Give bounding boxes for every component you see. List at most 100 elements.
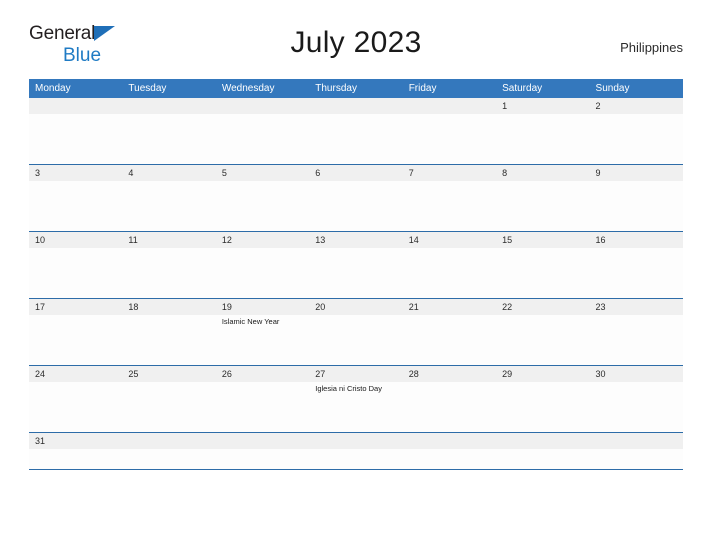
calendar-day-cell-8[interactable]: 8: [496, 165, 590, 231]
calendar-day-cell-21[interactable]: 21: [402, 299, 497, 365]
calendar-day-cell-6[interactable]: 6: [309, 165, 403, 231]
calendar-day-cell-16[interactable]: 16: [589, 232, 683, 298]
calendar-day-cell-empty: [29, 98, 123, 164]
day-number: [309, 433, 403, 449]
page-header: General Blue July 2023 Philippines: [29, 0, 683, 66]
calendar-day-cell-27[interactable]: 27 Iglesia ni Cristo Day: [309, 366, 403, 432]
day-number: 9: [589, 165, 683, 181]
calendar-week-row: 24 25 26 27 Iglesia ni Cristo Day 28 29 30: [29, 366, 683, 433]
day-number: 3: [29, 165, 123, 181]
day-number: [309, 98, 403, 114]
calendar-day-cell-13[interactable]: 13: [309, 232, 403, 298]
calendar-day-cell-15[interactable]: 15: [496, 232, 590, 298]
calendar-day-cell-24[interactable]: 24: [29, 366, 123, 432]
calendar-day-cell-empty: [215, 433, 310, 469]
calendar-day-cell-14[interactable]: 14: [402, 232, 497, 298]
region-label: Philippines: [620, 40, 683, 55]
calendar-day-cell-empty: [309, 98, 403, 164]
calendar-body: 1 2 3 4 5 6 7 8 9 10 11 12 13 14 15 16 17 18 19 Islamic New…: [29, 98, 683, 470]
day-number: 21: [402, 299, 497, 315]
day-number: [402, 98, 497, 114]
weekday-header-friday: Friday: [408, 83, 437, 94]
calendar-grid: Monday Tuesday Wednesday Thursday Friday Satu…: [29, 79, 683, 470]
calendar-day-cell-7[interactable]: 7: [402, 165, 497, 231]
day-number: 24: [29, 366, 123, 382]
day-number: 19: [215, 299, 310, 315]
day-number: 26: [215, 366, 310, 382]
calendar-day-cell-30[interactable]: 30: [589, 366, 683, 432]
calendar-day-cell-20[interactable]: 20: [309, 299, 403, 365]
day-number: [122, 433, 216, 449]
day-number: 1: [496, 98, 590, 114]
calendar-day-cell-9[interactable]: 9: [589, 165, 683, 231]
calendar-day-cell-empty: [122, 433, 216, 469]
page-title: July 2023: [290, 26, 422, 59]
calendar-day-cell-3[interactable]: 3: [29, 165, 123, 231]
calendar-day-cell-empty: [215, 98, 310, 164]
calendar-day-cell-17[interactable]: 17: [29, 299, 123, 365]
day-events-list: Islamic New Year: [216, 315, 309, 327]
calendar-week-row: 12: [29, 98, 683, 165]
weekday-header-thursday: Thursday: [315, 83, 357, 94]
holiday-event: Iglesia ni Cristo Day: [315, 384, 382, 393]
day-number: 31: [29, 433, 123, 449]
day-number: 12: [215, 232, 310, 248]
calendar-day-cell-4[interactable]: 4: [122, 165, 216, 231]
calendar-day-cell-1[interactable]: 1: [496, 98, 590, 164]
day-number: 11: [122, 232, 216, 248]
day-number: [29, 98, 123, 114]
day-number: 25: [122, 366, 216, 382]
day-number: 30: [589, 366, 683, 382]
day-number: 5: [215, 165, 310, 181]
calendar-day-cell-12[interactable]: 12: [215, 232, 310, 298]
calendar-day-cell-11[interactable]: 11: [122, 232, 216, 298]
day-number: 27: [309, 366, 403, 382]
day-number: 13: [309, 232, 403, 248]
calendar-day-cell-31[interactable]: 31: [29, 433, 123, 469]
weekday-header-saturday: Saturday: [502, 83, 543, 94]
calendar-day-cell-empty: [589, 433, 683, 469]
calendar-week-row: 3456789: [29, 165, 683, 232]
calendar-week-row: 17 18 19 Islamic New Year 20 21 22 23: [29, 299, 683, 366]
weekday-header-row: Monday Tuesday Wednesday Thursday Friday Satu…: [29, 79, 683, 98]
day-number: [122, 98, 216, 114]
calendar-day-cell-19[interactable]: 19 Islamic New Year: [215, 299, 310, 365]
calendar-day-cell-5[interactable]: 5: [215, 165, 310, 231]
day-number: 10: [29, 232, 123, 248]
calendar-day-cell-23[interactable]: 23: [589, 299, 683, 365]
day-number: 28: [402, 366, 497, 382]
day-number: [402, 433, 497, 449]
calendar-day-cell-empty: [402, 98, 497, 164]
holiday-event: Islamic New Year: [221, 317, 280, 326]
calendar-day-cell-2[interactable]: 2: [589, 98, 683, 164]
day-number: 4: [122, 165, 216, 181]
day-number: [215, 98, 310, 114]
day-number: [589, 433, 683, 449]
day-number: [215, 433, 310, 449]
day-number: 17: [29, 299, 123, 315]
day-number: 16: [589, 232, 683, 248]
weekday-header-sunday: Sunday: [595, 83, 630, 94]
calendar-day-cell-empty: [309, 433, 403, 469]
weekday-header-monday: Monday: [35, 83, 71, 94]
calendar-day-cell-empty: [122, 98, 216, 164]
calendar-day-cell-28[interactable]: 28: [402, 366, 497, 432]
day-number: 14: [402, 232, 497, 248]
calendar-day-cell-22[interactable]: 22: [496, 299, 590, 365]
calendar-day-cell-10[interactable]: 10: [29, 232, 123, 298]
calendar-week-row: 31: [29, 433, 683, 470]
day-number: 7: [402, 165, 497, 181]
calendar-page: General Blue July 2023 Philippines Monda…: [0, 0, 712, 550]
day-number: 23: [589, 299, 683, 315]
calendar-day-cell-18[interactable]: 18: [122, 299, 216, 365]
day-number: 8: [496, 165, 590, 181]
weekday-header-wednesday: Wednesday: [221, 83, 275, 94]
calendar-day-cell-25[interactable]: 25: [122, 366, 216, 432]
day-number: 20: [309, 299, 403, 315]
day-number: 29: [496, 366, 590, 382]
day-events-list: Iglesia ni Cristo Day: [309, 382, 402, 394]
calendar-day-cell-26[interactable]: 26: [215, 366, 310, 432]
calendar-day-cell-empty: [402, 433, 497, 469]
day-number: [496, 433, 590, 449]
calendar-day-cell-29[interactable]: 29: [496, 366, 590, 432]
